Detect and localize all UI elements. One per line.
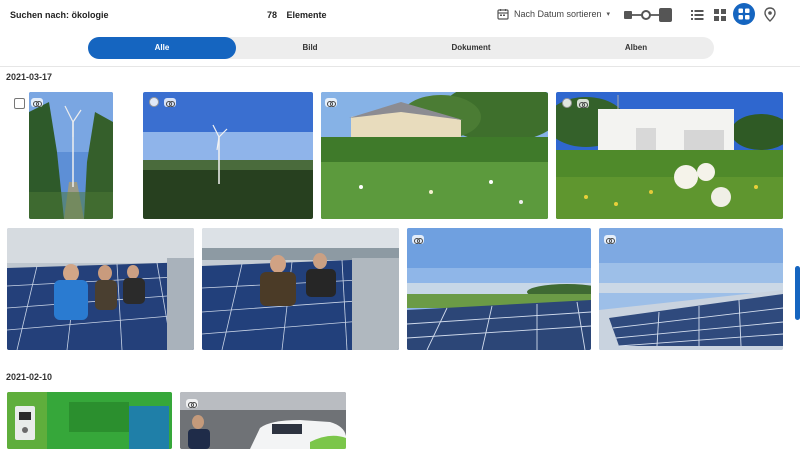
result-count: 78 Elemente xyxy=(267,10,327,20)
sort-label: Nach Datum sortieren xyxy=(514,9,602,19)
filter-tabs: Alle Bild Dokument Alben xyxy=(88,37,714,59)
grid-large-view-button[interactable] xyxy=(733,3,755,25)
slider-knob[interactable] xyxy=(641,10,651,20)
vr-360-icon xyxy=(186,399,198,408)
photo-thumbnail[interactable] xyxy=(180,392,346,449)
select-checkbox[interactable] xyxy=(149,97,159,107)
vr-360-icon xyxy=(164,98,176,107)
list-view-icon[interactable] xyxy=(688,6,706,24)
map-pin-icon[interactable] xyxy=(761,6,779,24)
vr-360-icon xyxy=(325,98,337,107)
select-checkbox[interactable] xyxy=(14,98,25,109)
photo-thumbnail[interactable] xyxy=(7,228,194,350)
date-group-label: 2021-03-17 xyxy=(6,72,53,82)
photo-thumbnail[interactable] xyxy=(202,228,399,350)
grid-small-view-icon[interactable] xyxy=(711,6,729,24)
photo-thumbnail[interactable] xyxy=(29,92,113,219)
calendar-icon xyxy=(497,9,509,20)
tab-alle[interactable]: Alle xyxy=(88,37,236,59)
date-group-label: 2021-02-10 xyxy=(6,372,53,382)
tab-bild[interactable]: Bild xyxy=(236,37,384,59)
scrollbar-thumb[interactable] xyxy=(795,266,800,320)
sort-dropdown[interactable]: Nach Datum sortieren ▾ xyxy=(497,8,610,20)
photo-thumbnail[interactable] xyxy=(407,228,591,350)
vr-360-icon xyxy=(604,235,616,244)
result-count-number: 78 xyxy=(267,10,278,20)
photo-thumbnail[interactable] xyxy=(321,92,548,219)
vr-360-icon xyxy=(412,235,424,244)
select-checkbox[interactable] xyxy=(562,98,572,108)
search-query-label: Suchen nach: ökologie xyxy=(10,10,109,20)
photo-thumbnail[interactable] xyxy=(143,92,313,219)
header-divider xyxy=(0,66,800,67)
tab-alben[interactable]: Alben xyxy=(558,37,714,59)
tab-dokument[interactable]: Dokument xyxy=(384,37,558,59)
grid-large-view-icon xyxy=(738,8,750,20)
thumbnail-size-slider[interactable] xyxy=(624,8,674,22)
vr-360-icon xyxy=(31,98,43,107)
top-bar: Suchen nach: ökologie 78 Elemente Nach D… xyxy=(0,0,800,32)
photo-thumbnail[interactable] xyxy=(556,92,783,219)
sort-caret-icon: ▾ xyxy=(606,11,611,18)
vr-360-icon xyxy=(577,99,589,108)
photo-thumbnail[interactable] xyxy=(599,228,783,350)
photo-thumbnail[interactable] xyxy=(7,392,172,449)
result-count-unit: Elemente xyxy=(286,10,327,20)
